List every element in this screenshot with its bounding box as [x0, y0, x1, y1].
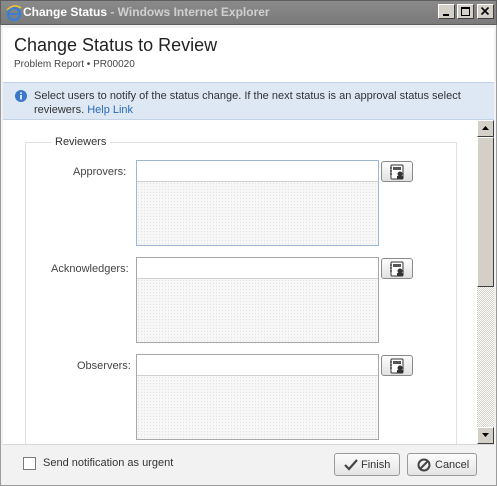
cancel-circle-icon	[417, 458, 431, 472]
page-title: Change Status to Review	[14, 35, 218, 55]
maximize-icon	[461, 7, 470, 16]
vertical-scrollbar[interactable]	[477, 120, 494, 444]
info-banner: Select users to notify of the status cha…	[3, 82, 494, 120]
address-book-icon	[390, 358, 404, 374]
reviewers-scroll-area[interactable]: Reviewers Approvers: Acknowledgers: Obse…	[3, 120, 494, 444]
dialog-footer: Send notification as urgent Finish Cance…	[3, 444, 494, 482]
observers-picker-button[interactable]	[381, 355, 413, 376]
info-icon	[15, 90, 27, 102]
observers-field[interactable]	[136, 354, 379, 440]
help-link[interactable]: Help Link	[87, 104, 133, 116]
cancel-label: Cancel	[435, 459, 470, 471]
minimize-icon	[443, 14, 449, 16]
acknowledgers-label: Acknowledgers:	[51, 263, 129, 275]
urgent-checkbox[interactable]	[23, 457, 36, 470]
address-book-icon	[390, 164, 404, 180]
page-subtitle: Problem Report • PR00020	[14, 59, 135, 70]
minimize-button[interactable]	[438, 4, 455, 19]
acknowledgers-list[interactable]	[137, 279, 378, 342]
observers-input[interactable]	[137, 355, 378, 376]
urgent-label: Send notification as urgent	[43, 457, 174, 469]
close-button[interactable]	[477, 4, 494, 19]
address-book-icon	[390, 261, 404, 277]
observers-list[interactable]	[137, 376, 378, 439]
cancel-button[interactable]: Cancel	[407, 453, 477, 476]
arrow-down-icon	[482, 433, 489, 437]
acknowledgers-field[interactable]	[136, 257, 379, 343]
window-title-app: - Windows Internet Explorer	[107, 5, 270, 19]
arrow-up-icon	[482, 126, 489, 130]
scrollbar-thumb[interactable]	[477, 137, 494, 287]
maximize-button[interactable]	[457, 4, 474, 19]
approvers-list[interactable]	[137, 182, 378, 245]
checkmark-icon	[344, 459, 358, 471]
scroll-up-button[interactable]	[477, 120, 494, 137]
scroll-down-button[interactable]	[477, 427, 494, 444]
acknowledgers-input[interactable]	[137, 258, 378, 279]
window-title: Change Status - Windows Internet Explore…	[23, 5, 270, 19]
finish-button[interactable]: Finish	[334, 453, 400, 476]
acknowledgers-picker-button[interactable]	[381, 258, 413, 279]
close-icon	[480, 7, 490, 16]
approvers-field[interactable]	[136, 160, 379, 246]
approvers-picker-button[interactable]	[381, 161, 413, 182]
window-title-main: Change Status	[23, 5, 108, 19]
internet-explorer-icon	[6, 5, 22, 22]
info-message: Select users to notify of the status cha…	[34, 89, 484, 117]
approvers-input[interactable]	[137, 161, 378, 182]
reviewers-legend: Reviewers	[51, 136, 111, 148]
window-title-bar: Change Status - Windows Internet Explore…	[0, 0, 497, 25]
approvers-label: Approvers:	[73, 166, 127, 178]
observers-label: Observers:	[77, 360, 131, 372]
finish-label: Finish	[361, 459, 391, 471]
dialog-header: Change Status to Review Problem Report •…	[3, 28, 494, 82]
